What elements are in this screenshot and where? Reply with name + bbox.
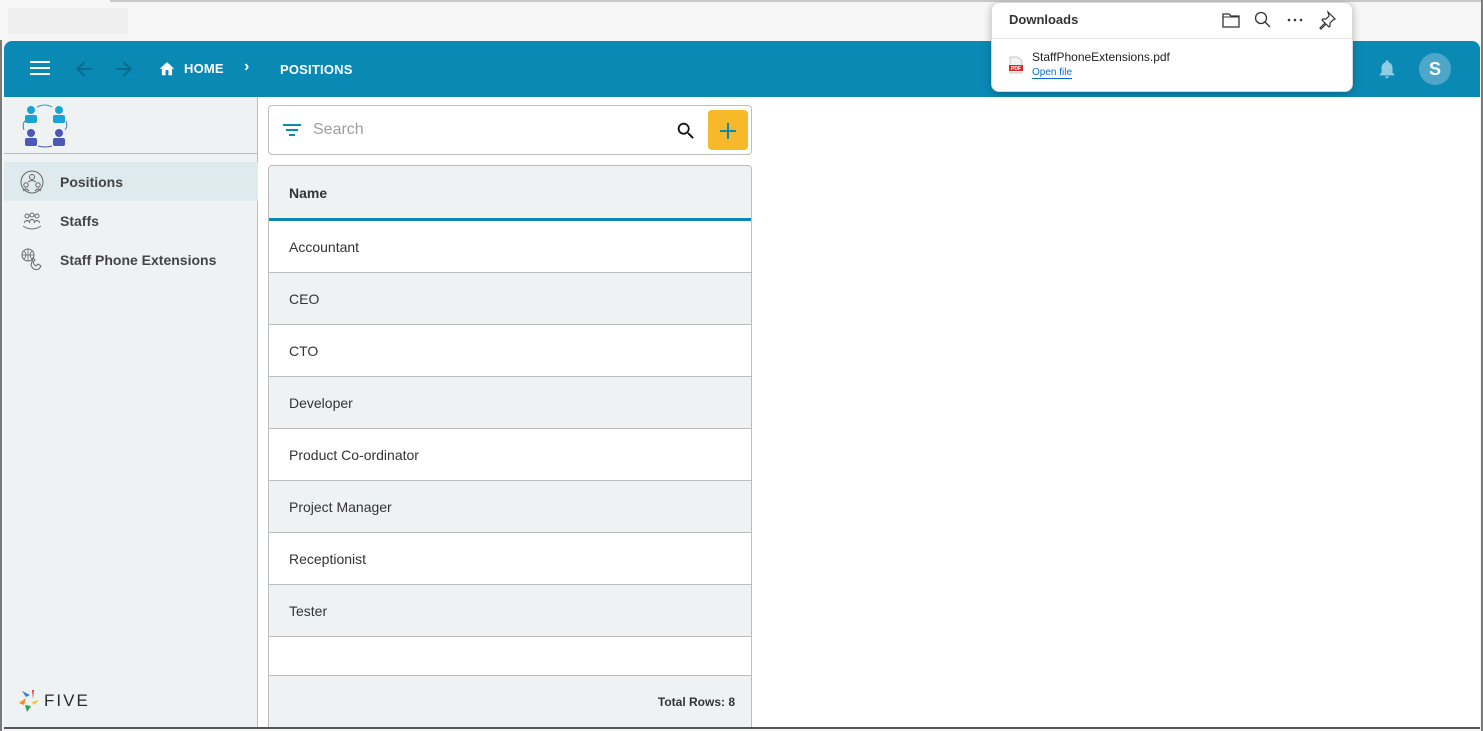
sidebar: Positions Staffs Staff Phone Extensions … bbox=[4, 97, 258, 727]
home-icon bbox=[159, 62, 175, 76]
table-row[interactable]: CTO bbox=[269, 325, 751, 377]
five-logo-icon bbox=[19, 690, 39, 712]
table-row[interactable]: Project Manager bbox=[269, 481, 751, 533]
table-row[interactable]: Tester bbox=[269, 585, 751, 637]
add-button[interactable] bbox=[708, 110, 748, 150]
breadcrumb-home-label: HOME bbox=[184, 60, 224, 76]
positions-icon bbox=[20, 170, 44, 194]
app-frame: HOME › POSITIONS S Positions Staffs Staf… bbox=[4, 41, 1480, 729]
folder-icon[interactable] bbox=[1220, 9, 1242, 31]
app-logo-icon bbox=[22, 104, 68, 148]
table-row[interactable]: Receptionist bbox=[269, 533, 751, 585]
search-icon[interactable] bbox=[675, 120, 697, 142]
sidebar-item-positions[interactable]: Positions bbox=[4, 162, 258, 201]
grid-footer: Total Rows: 8 bbox=[269, 676, 751, 727]
downloads-panel: Downloads PDF StaffPhoneExtensions.pdf O… bbox=[991, 2, 1353, 92]
sidebar-item-label: Positions bbox=[60, 173, 124, 190]
empty-row bbox=[269, 637, 751, 676]
cell-name: Project Manager bbox=[289, 499, 392, 515]
search-icon[interactable] bbox=[1252, 9, 1274, 31]
pdf-badge: PDF bbox=[1011, 66, 1021, 72]
cell-name: Developer bbox=[289, 395, 353, 411]
cell-name: Receptionist bbox=[289, 551, 367, 567]
column-header-label: Name bbox=[289, 185, 328, 201]
open-file-link[interactable]: Open file bbox=[1032, 67, 1073, 79]
table-row[interactable]: CEO bbox=[269, 273, 751, 325]
five-logo: FIVE bbox=[18, 689, 90, 713]
downloads-title: Downloads bbox=[1009, 12, 1079, 27]
sidebar-item-label: Staffs bbox=[60, 212, 99, 229]
phone-globe-icon bbox=[21, 248, 42, 270]
five-brand-text: FIVE bbox=[44, 691, 90, 710]
search-input[interactable] bbox=[313, 118, 663, 142]
sidebar-item-label: Staff Phone Extensions bbox=[60, 251, 217, 268]
window-border bbox=[0, 40, 2, 731]
table-row[interactable]: Developer bbox=[269, 377, 751, 429]
filter-icon[interactable] bbox=[283, 123, 301, 137]
downloads-divider bbox=[992, 38, 1352, 39]
pdf-file-icon: PDF bbox=[1009, 56, 1023, 74]
sidebar-item-staff-phone-extensions[interactable]: Staff Phone Extensions bbox=[4, 240, 258, 279]
sidebar-item-staffs[interactable]: Staffs bbox=[4, 201, 258, 240]
cell-name: CTO bbox=[289, 343, 319, 359]
breadcrumb-current: POSITIONS bbox=[280, 62, 353, 77]
arrow-back-icon[interactable] bbox=[72, 57, 96, 81]
total-rows: Total Rows: 8 bbox=[657, 695, 735, 709]
column-header-name[interactable]: Name bbox=[269, 166, 751, 221]
main-content: Name Accountant CEO CTO Developer Produc… bbox=[258, 97, 1480, 727]
pin-icon[interactable] bbox=[1316, 9, 1338, 31]
browser-tab[interactable] bbox=[8, 8, 128, 34]
cell-name: Accountant bbox=[289, 239, 360, 255]
cell-name: Product Co-ordinator bbox=[289, 447, 419, 463]
table-row[interactable]: Accountant bbox=[269, 221, 751, 273]
download-filename: StaffPhoneExtensions.pdf bbox=[1032, 50, 1170, 64]
positions-grid: Name Accountant CEO CTO Developer Produc… bbox=[268, 165, 752, 727]
chevron-right-icon: › bbox=[244, 58, 250, 75]
cell-name: Tester bbox=[289, 603, 328, 619]
bell-icon[interactable] bbox=[1376, 58, 1398, 80]
avatar[interactable]: S bbox=[1419, 53, 1451, 85]
cell-name: CEO bbox=[289, 291, 320, 307]
plus-icon bbox=[720, 122, 736, 139]
search-bar bbox=[268, 105, 752, 155]
app-logo-area bbox=[4, 97, 257, 154]
more-options-icon[interactable] bbox=[1284, 9, 1306, 31]
table-row[interactable]: Product Co-ordinator bbox=[269, 429, 751, 481]
breadcrumb-home[interactable]: HOME bbox=[158, 60, 224, 76]
staffs-icon bbox=[22, 212, 42, 230]
menu-icon[interactable] bbox=[30, 61, 50, 77]
arrow-forward-icon[interactable] bbox=[112, 57, 136, 81]
